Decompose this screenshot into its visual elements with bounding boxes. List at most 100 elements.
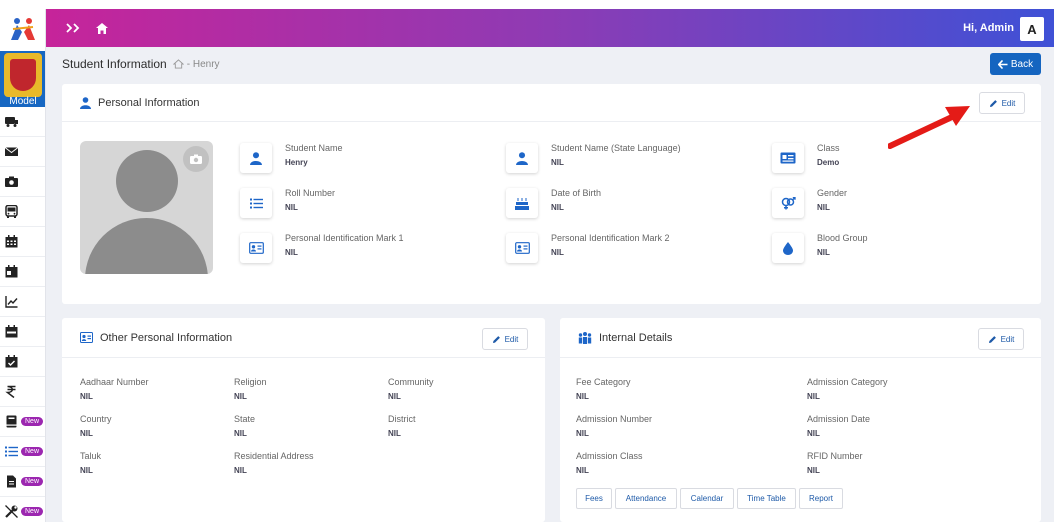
expand-sidebar-icon[interactable] (66, 23, 82, 33)
id-badge-icon (240, 233, 272, 263)
breadcrumb-home-icon[interactable] (172, 59, 184, 69)
field-label: Date of Birth (551, 188, 602, 198)
id-card-icon (772, 143, 804, 173)
internal-details-title: Internal Details (599, 331, 673, 344)
field-label: Taluk (80, 451, 102, 461)
crest-icon (4, 53, 42, 97)
personal-edit-button[interactable]: Edit (979, 92, 1025, 114)
school-name: Model (9, 96, 37, 107)
field-label: Country (80, 414, 112, 424)
sidebar-item-8[interactable] (0, 347, 45, 377)
calendar-icon (5, 235, 18, 248)
field-label: Gender (817, 188, 848, 198)
breadcrumb-current: - Henry (186, 58, 220, 70)
top-strip (0, 0, 1054, 9)
field-label: Student Name (285, 143, 343, 153)
birthday-cake-icon (506, 188, 538, 218)
other-info-header: Other Personal Information (62, 318, 545, 358)
home-icon[interactable] (96, 22, 108, 34)
student-photo (80, 141, 213, 274)
field-label: Admission Category (807, 377, 888, 387)
other-info-title: Other Personal Information (100, 331, 233, 344)
internal-edit-button[interactable]: Edit (978, 328, 1024, 350)
sidebar-item-6[interactable] (0, 287, 45, 317)
calendar-week-icon (5, 325, 18, 338)
calendar-day-icon (5, 265, 18, 278)
field-label: State (234, 414, 256, 424)
field-value: NIL (576, 466, 589, 475)
user-icon (240, 143, 272, 173)
edit-label: Edit (1000, 334, 1015, 344)
tab-button-attendance[interactable]: Attendance (615, 488, 677, 509)
edit-label: Edit (1001, 98, 1016, 108)
field-value: NIL (234, 429, 247, 438)
blood-drop-icon (772, 233, 804, 263)
gender-icon (772, 188, 804, 218)
sidebar-item-10[interactable]: New (0, 407, 45, 437)
id-card-icon (80, 332, 93, 343)
field-label: Student Name (State Language) (551, 143, 681, 153)
top-bar: Hi, Admin A (46, 9, 1054, 47)
field-label: Class (817, 143, 840, 153)
sidebar-item-3[interactable] (0, 197, 45, 227)
sidebar-item-0[interactable] (0, 107, 45, 137)
sidebar-item-7[interactable] (0, 317, 45, 347)
tab-button-fees[interactable]: Fees (576, 488, 612, 509)
field-value: NIL (551, 248, 564, 257)
user-icon (506, 143, 538, 173)
field-label: Admission Class (576, 451, 643, 461)
field-value: NIL (388, 429, 401, 438)
field-value: NIL (80, 392, 93, 401)
pencil-icon (492, 335, 500, 343)
new-badge: New (21, 507, 44, 516)
sidebar: Model New New New New (0, 9, 46, 522)
field-label: Community (388, 377, 434, 387)
new-badge: New (21, 477, 44, 486)
field-value: NIL (80, 429, 93, 438)
new-badge: New (21, 417, 44, 426)
upload-photo-button[interactable] (183, 146, 209, 172)
sidebar-item-11[interactable]: New (0, 437, 45, 467)
camera-icon (190, 154, 202, 164)
sidebar-item-4[interactable] (0, 227, 45, 257)
app-logo-icon (10, 18, 35, 40)
sidebar-item-5[interactable] (0, 257, 45, 287)
field-value: NIL (80, 466, 93, 475)
back-button[interactable]: Back (990, 53, 1041, 75)
user-greeting: Hi, Admin (963, 22, 1014, 34)
mail-icon (5, 145, 18, 158)
page-title: Student Information (62, 57, 167, 71)
field-value: NIL (817, 248, 830, 257)
sidebar-item-1[interactable] (0, 137, 45, 167)
field-value: Henry (285, 158, 308, 167)
arrow-left-icon (997, 59, 1008, 69)
personal-info-title: Personal Information (98, 96, 200, 109)
field-label: Admission Date (807, 414, 871, 424)
tab-button-calendar[interactable]: Calendar (680, 488, 734, 509)
sidebar-item-13[interactable]: New (0, 497, 45, 522)
tab-button-time-table[interactable]: Time Table (737, 488, 796, 509)
user-avatar[interactable]: A (1020, 17, 1044, 41)
field-value: NIL (285, 203, 298, 212)
tab-button-report[interactable]: Report (799, 488, 843, 509)
field-label: RFID Number (807, 451, 863, 461)
field-value: NIL (285, 248, 298, 257)
user-icon (80, 96, 91, 109)
sidebar-item-9[interactable] (0, 377, 45, 407)
other-edit-button[interactable]: Edit (482, 328, 528, 350)
field-value: NIL (807, 392, 820, 401)
app-logo[interactable] (0, 9, 45, 49)
book-icon (5, 415, 18, 428)
calendar-check-icon (5, 355, 18, 368)
sidebar-item-2[interactable] (0, 167, 45, 197)
field-value: NIL (576, 429, 589, 438)
sidebar-item-12[interactable]: New (0, 467, 45, 497)
other-info-card: Other Personal Information (62, 318, 545, 522)
field-label: Aadhaar Number (80, 377, 149, 387)
camera-icon (5, 175, 18, 188)
field-value: NIL (817, 203, 830, 212)
field-value: NIL (807, 466, 820, 475)
field-label: Fee Category (576, 377, 631, 387)
field-label: Admission Number (576, 414, 653, 424)
red-arrow-annotation (888, 106, 970, 149)
